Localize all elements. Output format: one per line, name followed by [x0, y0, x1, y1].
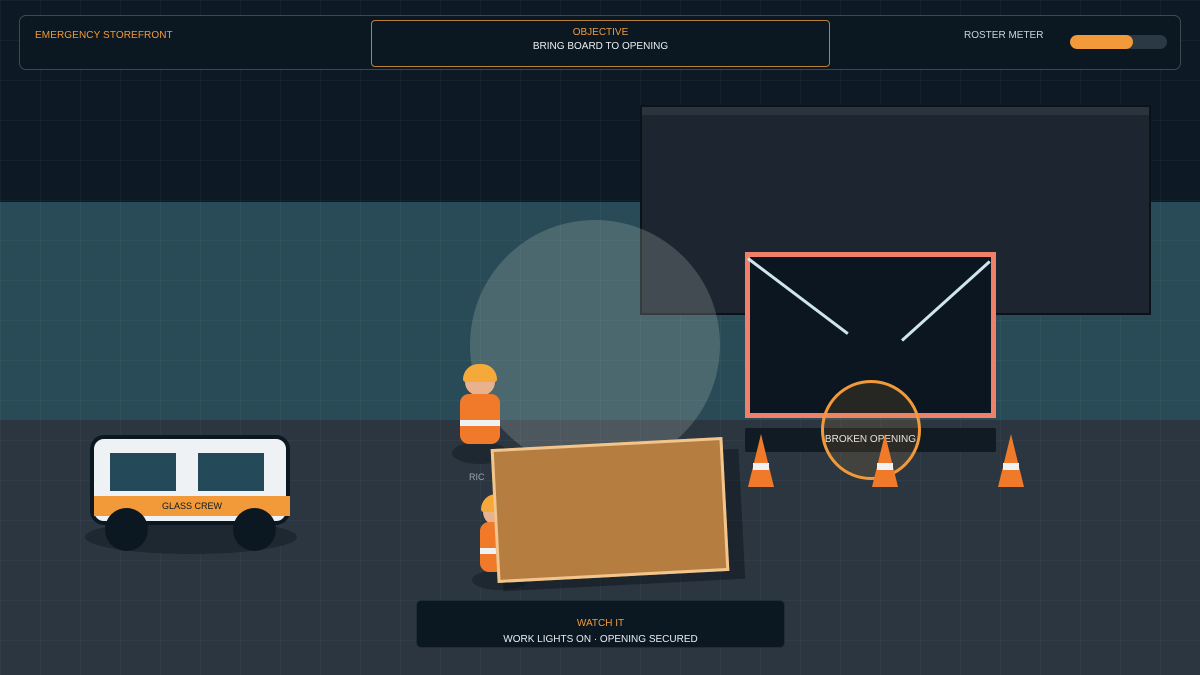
status-text: WORK LIGHTS ON · OPENING SECURED: [503, 634, 698, 645]
van-window: [198, 453, 264, 491]
worker-name-label: RIC: [469, 472, 485, 482]
roster-meter: [1070, 35, 1167, 49]
hard-hat-icon: [463, 364, 497, 382]
status-label: WATCH IT: [576, 618, 625, 629]
traffic-cone-icon: [748, 434, 774, 487]
roster-meter-fill: [1070, 35, 1134, 49]
vest-reflector: [460, 420, 500, 426]
game-scene: BROKEN OPENING GLASS CREW RIC EMERGENCY …: [0, 0, 1200, 675]
traffic-cone-icon: [872, 434, 898, 487]
objective-panel: OBJECTIVE BRING BOARD TO OPENING: [371, 20, 830, 67]
van-window: [110, 453, 176, 491]
van-wheel: [105, 508, 148, 551]
objective-text: BRING BOARD TO OPENING: [532, 41, 669, 52]
storefront-awning: [642, 107, 1149, 115]
glass-crack: [747, 257, 849, 335]
safety-vest: [460, 394, 500, 444]
van-wheel: [233, 508, 276, 551]
hud-top-bar: EMERGENCY STOREFRONT OBJECTIVE BRING BOA…: [19, 15, 1181, 70]
objective-label: OBJECTIVE: [572, 27, 629, 38]
plywood-board[interactable]: [490, 437, 730, 583]
game-title: EMERGENCY STOREFRONT: [35, 30, 173, 41]
status-panel: WATCH IT WORK LIGHTS ON · OPENING SECURE…: [416, 600, 785, 648]
glass-crew-van[interactable]: GLASS CREW: [85, 435, 300, 555]
traffic-cone-icon: [998, 434, 1024, 487]
glass-crack: [900, 260, 991, 342]
roster-meter-label: ROSTER METER: [964, 30, 1044, 41]
